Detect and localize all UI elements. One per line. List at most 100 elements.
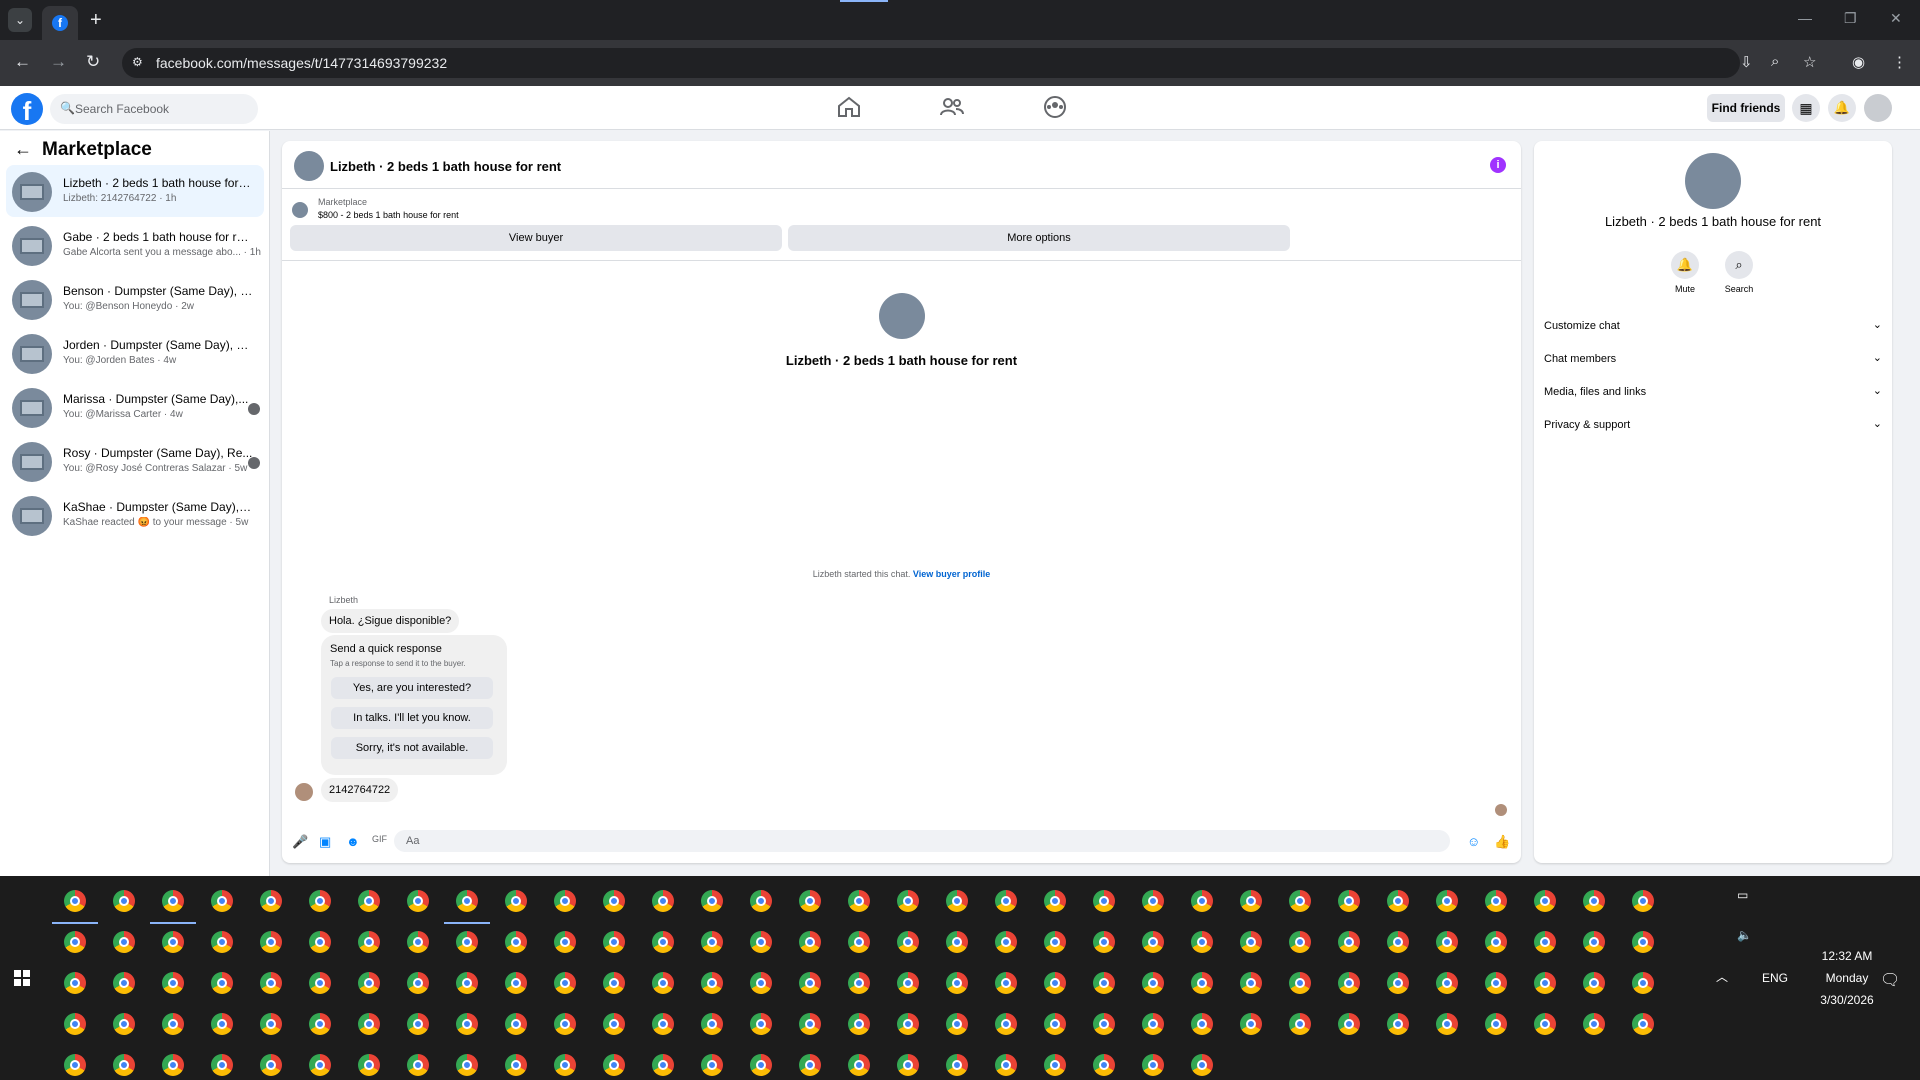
chrome-window-icon[interactable] [505,1013,527,1035]
chrome-window-icon[interactable] [309,972,331,994]
chrome-window-icon[interactable] [1485,890,1507,912]
gif-icon[interactable]: GIF [372,834,388,850]
bookmark-star-icon[interactable]: ☆ [1803,53,1816,71]
facebook-logo-icon[interactable]: f [11,93,43,126]
chrome-window-icon[interactable] [1093,972,1115,994]
chrome-window-icon[interactable] [1191,931,1213,953]
chrome-window-icon[interactable] [407,890,429,912]
chrome-window-icon[interactable] [603,972,625,994]
chrome-window-icon[interactable] [554,1013,576,1035]
mute-action[interactable]: 🔔 Mute [1665,251,1705,294]
chrome-window-icon[interactable] [701,1054,723,1076]
chrome-window-icon[interactable] [1044,890,1066,912]
chrome-window-icon[interactable] [1632,931,1654,953]
chrome-window-icon[interactable] [554,890,576,912]
chrome-window-icon[interactable] [1289,931,1311,953]
customize-chat-section[interactable]: Customize chat ⌄ [1544,314,1882,338]
chrome-window-icon[interactable] [750,890,772,912]
chrome-window-icon[interactable] [897,972,919,994]
chrome-window-icon[interactable] [750,1013,772,1035]
chrome-window-icon[interactable] [799,931,821,953]
chat-header-avatar[interactable] [294,151,324,181]
back-button[interactable]: ← [14,52,31,72]
account-avatar[interactable] [1864,94,1892,122]
chat-members-section[interactable]: Chat members ⌄ [1544,347,1882,371]
chrome-window-icon[interactable] [750,972,772,994]
chrome-window-icon[interactable] [1485,1013,1507,1035]
chrome-window-icon[interactable] [1093,1013,1115,1035]
search-action[interactable]: ⌕ Search [1719,251,1759,294]
home-icon[interactable] [836,95,864,121]
chrome-window-icon[interactable] [64,1013,86,1035]
chrome-window-icon[interactable] [162,1013,184,1035]
clock-time[interactable]: 12:32 AM [1807,949,1887,963]
chat-profile-avatar[interactable] [878,293,925,339]
chrome-window-icon[interactable] [162,972,184,994]
chrome-window-icon[interactable] [1191,1054,1213,1076]
chrome-window-icon[interactable] [554,972,576,994]
chrome-window-icon[interactable] [1289,972,1311,994]
quick-response-not-available-button[interactable]: Sorry, it's not available. [331,737,493,759]
restore-button[interactable]: ❐ [1844,10,1857,27]
chrome-window-icon[interactable] [1534,931,1556,953]
chrome-window-icon[interactable] [309,890,331,912]
chrome-window-icon[interactable] [1387,972,1409,994]
message-bubble[interactable]: 2142764722 [321,778,399,802]
chrome-window-icon[interactable] [407,1054,429,1076]
chrome-window-icon[interactable] [946,931,968,953]
chrome-window-icon[interactable] [407,972,429,994]
chrome-window-icon[interactable] [113,931,135,953]
chrome-window-icon[interactable] [260,1054,282,1076]
chrome-window-icon[interactable] [407,931,429,953]
chrome-window-icon[interactable] [603,1054,625,1076]
chrome-window-icon[interactable] [113,890,135,912]
chrome-window-icon[interactable] [848,1054,870,1076]
chrome-window-icon[interactable] [1191,1013,1213,1035]
chrome-window-icon[interactable] [603,1013,625,1035]
chrome-window-icon[interactable] [1289,1013,1311,1035]
chrome-window-icon[interactable] [1583,890,1605,912]
chrome-window-icon[interactable] [1289,890,1311,912]
chrome-window-icon[interactable] [799,1054,821,1076]
address-bar[interactable]: ⚙ facebook.com/messages/t/14773146937992… [122,48,1740,78]
back-arrow-icon[interactable]: ← [14,139,32,159]
microphone-icon[interactable]: 🎤 [292,834,308,850]
chat-title[interactable]: Lizbeth · 2 beds 1 bath house for rent [330,159,561,174]
chrome-window-icon[interactable] [1387,1013,1409,1035]
chrome-window-icon[interactable] [897,1013,919,1035]
new-tab-button[interactable]: + [90,9,102,32]
chrome-window-icon[interactable] [260,931,282,953]
chrome-window-icon[interactable] [1338,890,1360,912]
chrome-window-icon[interactable] [309,1013,331,1035]
chrome-window-icon[interactable] [1338,1013,1360,1035]
chrome-window-icon[interactable] [1583,972,1605,994]
zoom-icon[interactable]: ⌕ [1771,53,1779,70]
chrome-window-icon[interactable] [64,1054,86,1076]
chrome-window-icon[interactable] [652,1054,674,1076]
chrome-window-icon[interactable] [946,1054,968,1076]
chrome-window-icon[interactable] [1583,1013,1605,1035]
conversation-item[interactable]: Jorden · Dumpster (Same Day), Re... You: … [6,327,264,379]
chrome-window-icon[interactable] [1436,1013,1458,1035]
chrome-window-icon[interactable] [1534,1013,1556,1035]
chrome-window-icon[interactable] [505,890,527,912]
chrome-window-icon[interactable] [260,972,282,994]
media-files-links-section[interactable]: Media, files and links ⌄ [1544,380,1882,404]
chrome-window-icon[interactable] [1632,972,1654,994]
chrome-window-icon[interactable] [1093,931,1115,953]
install-app-icon[interactable]: ⇩ [1740,53,1753,71]
site-info-icon[interactable]: ⚙ [132,55,148,71]
chrome-window-icon[interactable] [701,890,723,912]
url-text[interactable]: facebook.com/messages/t/1477314693799232 [156,55,447,71]
chrome-window-icon[interactable] [1044,972,1066,994]
chrome-window-icon[interactable] [1240,1013,1262,1035]
groups-icon[interactable] [1042,95,1070,121]
conversation-item[interactable]: Lizbeth · 2 beds 1 bath house for rent Li… [6,165,264,217]
tab-search-button[interactable]: ⌄ [8,8,32,32]
clock-day[interactable]: Monday [1807,971,1887,985]
chrome-window-icon[interactable] [848,972,870,994]
chrome-window-icon[interactable] [211,931,233,953]
chrome-window-icon[interactable] [701,1013,723,1035]
chrome-window-icon[interactable] [1387,931,1409,953]
chrome-window-icon[interactable] [456,931,478,953]
